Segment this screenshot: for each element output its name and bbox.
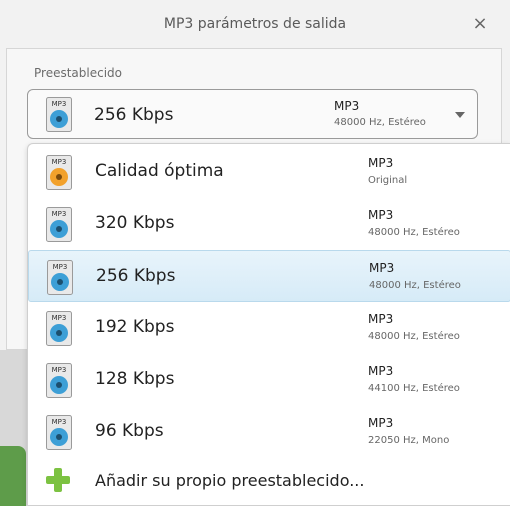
preset-dropdown-list: MP3 Calidad óptima MP3 Original MP3 320 … bbox=[27, 143, 510, 506]
option-format: MP3 bbox=[368, 312, 394, 326]
preset-selected-label: 256 Kbps bbox=[94, 105, 174, 125]
option-details: 44100 Hz, Estéreo bbox=[368, 383, 460, 394]
option-details: 22050 Hz, Mono bbox=[368, 435, 450, 446]
add-custom-preset-label: Añadir su propio preestablecido... bbox=[95, 471, 365, 490]
add-custom-preset-button[interactable]: Añadir su propio preestablecido... bbox=[28, 456, 510, 502]
preset-dropdown[interactable]: MP3 256 Kbps MP3 48000 Hz, Estéreo bbox=[27, 89, 478, 139]
svg-text:MP3: MP3 bbox=[52, 100, 67, 108]
chevron-down-icon[interactable] bbox=[455, 112, 465, 118]
option-label: 192 Kbps bbox=[95, 317, 175, 337]
mp3-orange-icon: MP3 bbox=[46, 155, 72, 190]
background-thumbnail bbox=[0, 446, 26, 506]
option-details: 48000 Hz, Estéreo bbox=[368, 227, 460, 238]
option-label: Calidad óptima bbox=[95, 161, 224, 181]
close-icon[interactable]: × bbox=[468, 12, 492, 36]
plus-icon bbox=[46, 468, 70, 492]
preset-option-192[interactable]: MP3 192 Kbps MP3 48000 Hz, Estéreo bbox=[28, 302, 510, 354]
svg-text:MP3: MP3 bbox=[52, 418, 67, 426]
mp3-blue-icon: MP3 bbox=[46, 207, 72, 242]
svg-text:MP3: MP3 bbox=[52, 366, 67, 374]
preset-option-320[interactable]: MP3 320 Kbps MP3 48000 Hz, Estéreo bbox=[28, 198, 510, 250]
mp3-blue-icon: MP3 bbox=[46, 363, 72, 398]
preset-option-256[interactable]: MP3 256 Kbps MP3 48000 Hz, Estéreo bbox=[28, 250, 510, 302]
svg-text:MP3: MP3 bbox=[52, 210, 67, 218]
option-format: MP3 bbox=[368, 364, 394, 378]
preset-option-96[interactable]: MP3 96 Kbps MP3 22050 Hz, Mono bbox=[28, 406, 510, 458]
option-label: 96 Kbps bbox=[95, 421, 164, 441]
preset-label: Preestablecido bbox=[34, 66, 122, 80]
svg-text:MP3: MP3 bbox=[53, 263, 68, 271]
preset-option-128[interactable]: MP3 128 Kbps MP3 44100 Hz, Estéreo bbox=[28, 354, 510, 406]
preset-selected-format: MP3 bbox=[334, 99, 360, 113]
option-details: 48000 Hz, Estéreo bbox=[369, 280, 461, 291]
preset-selected-details: 48000 Hz, Estéreo bbox=[334, 117, 426, 128]
option-label: 128 Kbps bbox=[95, 369, 175, 389]
mp3-blue-icon: MP3 bbox=[46, 415, 72, 450]
svg-text:MP3: MP3 bbox=[52, 158, 67, 166]
option-format: MP3 bbox=[368, 416, 394, 430]
svg-text:MP3: MP3 bbox=[52, 314, 67, 322]
option-details: Original bbox=[368, 175, 408, 186]
option-label: 320 Kbps bbox=[95, 213, 175, 233]
option-details: 48000 Hz, Estéreo bbox=[368, 331, 460, 342]
option-format: MP3 bbox=[369, 261, 395, 275]
preset-option-optimal[interactable]: MP3 Calidad óptima MP3 Original bbox=[28, 146, 510, 198]
mp3-blue-icon: MP3 bbox=[47, 260, 73, 295]
mp3-blue-icon: MP3 bbox=[46, 311, 72, 346]
option-label: 256 Kbps bbox=[96, 266, 176, 286]
option-format: MP3 bbox=[368, 156, 394, 170]
dialog-title: MP3 parámetros de salida bbox=[163, 16, 347, 32]
mp3-blue-icon: MP3 bbox=[46, 97, 72, 132]
option-format: MP3 bbox=[368, 208, 394, 222]
